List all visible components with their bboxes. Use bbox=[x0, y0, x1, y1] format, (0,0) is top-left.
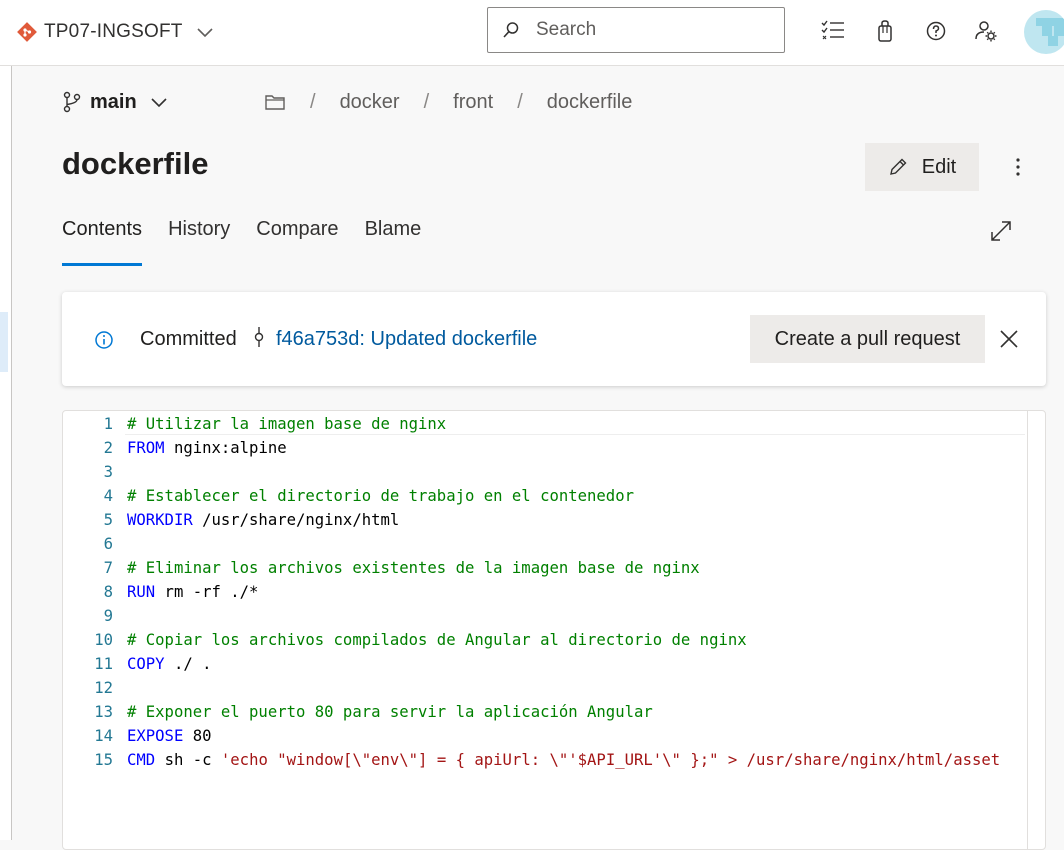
code-keyword: WORKDIR bbox=[127, 511, 193, 529]
azure-repos-logo-icon bbox=[17, 22, 37, 42]
help-icon[interactable] bbox=[923, 18, 949, 44]
tab-compare[interactable]: Compare bbox=[256, 218, 338, 266]
line-number: 12 bbox=[94, 679, 113, 697]
tab-contents[interactable]: Contents bbox=[62, 218, 143, 266]
branch-selector[interactable]: main bbox=[62, 88, 169, 116]
code-text: /usr/share/nginx/html bbox=[192, 511, 400, 529]
left-nav-rail bbox=[0, 66, 12, 840]
breadcrumb-dockerfile[interactable]: dockerfile bbox=[547, 91, 633, 114]
minimap-divider bbox=[1027, 411, 1028, 849]
breadcrumb-separator: / bbox=[423, 90, 430, 113]
line-number: 3 bbox=[103, 463, 113, 481]
folder-icon[interactable] bbox=[264, 92, 286, 112]
code-editor[interactable]: 1 # Utilizar la imagen base de nginx 2 FRO… bbox=[62, 410, 1046, 850]
task-list-icon[interactable] bbox=[820, 18, 846, 44]
edit-button-label: Edit bbox=[921, 155, 957, 178]
line-number: 6 bbox=[103, 535, 113, 553]
search-box[interactable] bbox=[487, 7, 785, 53]
tab-history[interactable]: History bbox=[168, 218, 230, 266]
line-number: 10 bbox=[94, 631, 113, 649]
code-keyword: COPY bbox=[127, 655, 165, 673]
file-tabs: Contents History Compare Blame bbox=[62, 218, 447, 268]
line-number: 5 bbox=[103, 511, 113, 529]
code-text: rm -rf ./* bbox=[155, 583, 259, 601]
close-icon[interactable] bbox=[998, 328, 1020, 350]
code-text: ./ . bbox=[164, 655, 212, 673]
commit-icon bbox=[254, 327, 264, 347]
breadcrumb-front[interactable]: front bbox=[453, 91, 493, 114]
code-text: # Exponer el puerto 80 para servir la ap… bbox=[127, 703, 653, 721]
chevron-down-icon bbox=[197, 28, 213, 38]
info-icon bbox=[95, 331, 113, 349]
page-title: dockerfile bbox=[62, 146, 209, 181]
code-text: nginx:alpine bbox=[164, 439, 287, 457]
line-number: 7 bbox=[103, 559, 113, 577]
code-keyword: RUN bbox=[127, 583, 156, 601]
top-bar: TP07-INGSOFT bbox=[0, 0, 1064, 66]
search-icon bbox=[503, 22, 519, 38]
expand-icon[interactable] bbox=[988, 218, 1014, 244]
code-text: # Utilizar la imagen base de nginx bbox=[127, 415, 447, 433]
avatar[interactable] bbox=[1024, 10, 1064, 54]
branch-name: main bbox=[90, 90, 137, 113]
code-keyword: CMD bbox=[127, 751, 156, 769]
line-number: 15 bbox=[94, 751, 113, 769]
left-nav-selection-marker bbox=[0, 312, 8, 372]
edit-button[interactable]: Edit bbox=[865, 143, 979, 191]
create-pull-request-button[interactable]: Create a pull request bbox=[750, 315, 985, 363]
code-text: 80 bbox=[183, 727, 212, 745]
line-number: 9 bbox=[103, 607, 113, 625]
search-input[interactable] bbox=[534, 18, 758, 42]
shopping-bag-icon[interactable] bbox=[872, 18, 898, 44]
code-text: # Establecer el directorio de trabajo en… bbox=[127, 487, 634, 505]
line-number: 4 bbox=[103, 487, 113, 505]
line-number: 2 bbox=[103, 439, 113, 457]
code-keyword: FROM bbox=[127, 439, 165, 457]
breadcrumb-separator: / bbox=[310, 90, 316, 113]
commit-link[interactable]: f46a753d: Updated dockerfile bbox=[276, 328, 537, 351]
code-text: sh -c bbox=[164, 751, 212, 769]
line-number: 8 bbox=[103, 583, 113, 601]
code-keyword: EXPOSE bbox=[127, 727, 184, 745]
project-selector[interactable]: TP07-INGSOFT bbox=[16, 18, 215, 46]
project-name: TP07-INGSOFT bbox=[44, 21, 183, 42]
breadcrumb-docker[interactable]: docker bbox=[340, 91, 400, 114]
chevron-down-icon bbox=[151, 98, 167, 108]
branch-icon bbox=[63, 91, 81, 113]
breadcrumb: / docker / front / dockerfile bbox=[264, 88, 632, 116]
code-text: # Eliminar los archivos existentes de la… bbox=[127, 559, 700, 577]
line-number: 1 bbox=[103, 415, 113, 433]
user-settings-icon[interactable] bbox=[973, 18, 999, 44]
pencil-icon bbox=[889, 158, 907, 175]
line-number: 13 bbox=[94, 703, 113, 721]
commit-banner: Committed f46a753d: Updated dockerfile C… bbox=[62, 292, 1046, 386]
line-number: 14 bbox=[94, 727, 113, 745]
line-number: 11 bbox=[94, 655, 113, 673]
breadcrumb-separator: / bbox=[517, 90, 523, 113]
tab-blame[interactable]: Blame bbox=[365, 218, 422, 266]
more-options-icon[interactable] bbox=[1006, 154, 1030, 180]
code-text: # Copiar los archivos compilados de Angu… bbox=[127, 631, 747, 649]
code-string: 'echo "window[\"env\"] = { apiUrl: \"'$A… bbox=[220, 751, 1001, 769]
committed-label: Committed bbox=[140, 328, 237, 350]
